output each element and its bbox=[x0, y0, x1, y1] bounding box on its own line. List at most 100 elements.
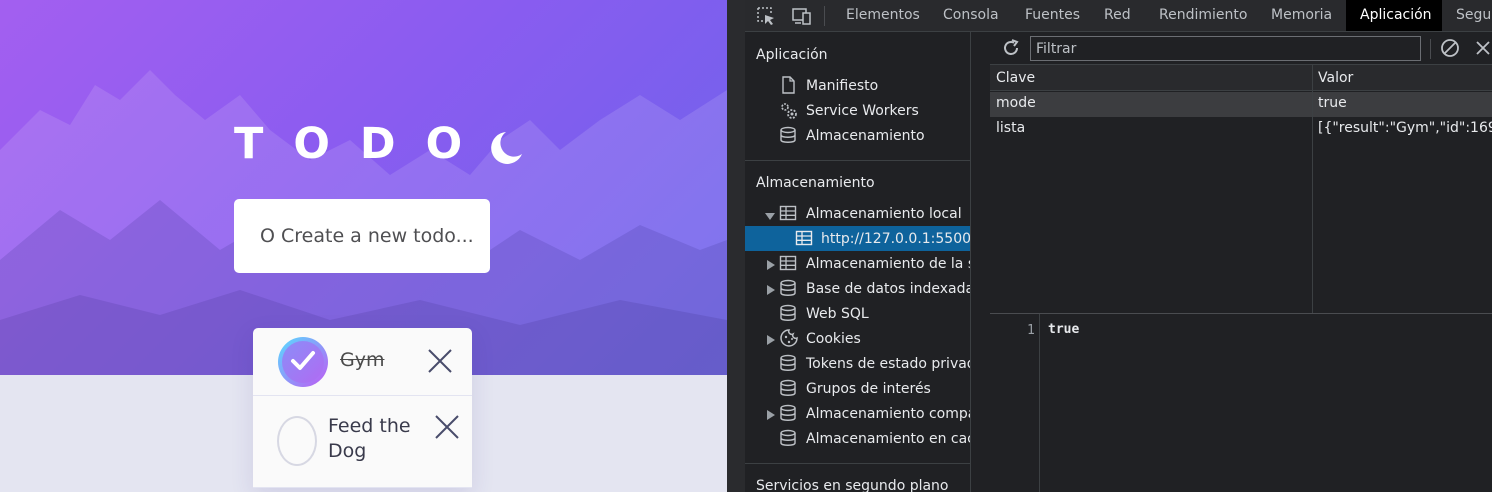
database-icon bbox=[779, 379, 797, 397]
chevron-right-icon[interactable] bbox=[766, 258, 776, 270]
delete-selected-icon[interactable] bbox=[1474, 39, 1492, 57]
filter-input[interactable] bbox=[1030, 36, 1421, 61]
table-icon bbox=[779, 204, 797, 222]
row-value: true bbox=[1318, 95, 1347, 111]
gears-icon bbox=[778, 101, 797, 119]
sidebar-item-label: Almacenamiento de la se bbox=[806, 255, 971, 272]
document-icon bbox=[779, 76, 797, 94]
chevron-right-icon[interactable] bbox=[766, 333, 776, 345]
devtools-tabbar: Elementos Consola Fuentes Red Rendimient… bbox=[745, 0, 1492, 32]
inspect-element-icon[interactable] bbox=[755, 5, 777, 27]
sidebar-item-manifest[interactable]: Manifiesto bbox=[745, 73, 970, 98]
chevron-right-icon[interactable] bbox=[766, 283, 776, 295]
mountains-image bbox=[0, 70, 727, 375]
todo-app: TODO Gym Feed the Dog bbox=[0, 0, 727, 492]
chevron-down-icon[interactable] bbox=[765, 209, 775, 220]
tab-memory[interactable]: Memoria bbox=[1257, 0, 1346, 31]
sidebar-item-label: Cookies bbox=[806, 330, 861, 347]
sidebar-scrollbar[interactable] bbox=[971, 32, 990, 492]
new-todo-field[interactable] bbox=[234, 199, 490, 273]
new-todo-input[interactable] bbox=[260, 225, 480, 247]
sidebar-item-label: Manifiesto bbox=[806, 77, 879, 94]
sidebar-item-label: Almacenamiento bbox=[806, 127, 925, 144]
sidebar-item-label: Base de datos indexada bbox=[806, 280, 971, 297]
application-sidebar: Aplicación Manifiesto Service Workers Al… bbox=[745, 32, 971, 492]
sidebar-item-label: Grupos de interés bbox=[806, 380, 931, 397]
tab-network[interactable]: Red bbox=[1090, 0, 1145, 31]
row-key: mode bbox=[996, 95, 1036, 111]
devtools-panel: Elementos Consola Fuentes Red Rendimient… bbox=[745, 0, 1492, 492]
sidebar-item-shared-storage[interactable]: Almacenamiento compar bbox=[745, 401, 971, 426]
sidebar-item-web-sql[interactable]: Web SQL bbox=[745, 301, 970, 326]
hero-background bbox=[0, 0, 727, 375]
column-divider[interactable] bbox=[1312, 65, 1313, 313]
tab-performance[interactable]: Rendimiento bbox=[1145, 0, 1261, 31]
todo-list: Gym Feed the Dog bbox=[253, 328, 472, 488]
sidebar-item-label: Almacenamiento local bbox=[806, 205, 962, 222]
sidebar-item-indexeddb[interactable]: Base de datos indexada bbox=[745, 276, 971, 301]
table-icon bbox=[779, 254, 797, 272]
checkbox[interactable] bbox=[277, 416, 317, 466]
chevron-right-icon[interactable] bbox=[766, 408, 776, 420]
value-preview: true bbox=[1048, 322, 1080, 337]
sidebar-item-storage[interactable]: Almacenamiento bbox=[745, 123, 970, 148]
tab-elements[interactable]: Elementos bbox=[832, 0, 934, 31]
sidebar-item-local-storage[interactable]: Almacenamiento local bbox=[745, 201, 970, 226]
tab-console[interactable]: Consola bbox=[929, 0, 1013, 31]
storage-pane: Clave Valor mode true lista [{"result":"… bbox=[990, 32, 1492, 492]
database-icon bbox=[779, 429, 797, 447]
sidebar-item-local-origin[interactable]: http://127.0.0.1:5500/ bbox=[745, 226, 971, 251]
sidebar-item-label: Almacenamiento en cach bbox=[806, 430, 971, 447]
line-number-gutter: 1 bbox=[990, 314, 1040, 492]
sidebar-item-label: http://127.0.0.1:5500/ bbox=[821, 230, 971, 247]
table-icon bbox=[795, 229, 813, 247]
tab-sources[interactable]: Fuentes bbox=[1011, 0, 1094, 31]
sidebar-item-cache-storage[interactable]: Almacenamiento en cach bbox=[745, 426, 971, 451]
close-icon[interactable] bbox=[434, 414, 460, 440]
todo-item[interactable]: Feed the Dog bbox=[253, 396, 472, 488]
toolbar-separator bbox=[1430, 39, 1431, 59]
sidebar-item-interest-groups[interactable]: Grupos de interés bbox=[745, 376, 970, 401]
device-toggle-icon[interactable] bbox=[790, 5, 812, 27]
section-title-application: Aplicación bbox=[756, 47, 828, 63]
column-header-value[interactable]: Valor bbox=[1312, 65, 1353, 91]
todo-text: Feed the Dog bbox=[328, 415, 411, 462]
tab-security[interactable]: Segur bbox=[1442, 0, 1492, 31]
sidebar-item-label: Tokens de estado privado bbox=[806, 355, 971, 372]
sidebar-item-service-workers[interactable]: Service Workers bbox=[745, 98, 970, 123]
moon-icon[interactable] bbox=[484, 128, 524, 168]
section-title-storage: Almacenamiento bbox=[756, 175, 875, 191]
sidebar-item-label: Web SQL bbox=[806, 305, 869, 322]
todo-text: Gym bbox=[340, 349, 385, 371]
panel-divider[interactable] bbox=[727, 0, 745, 492]
sidebar-item-session-storage[interactable]: Almacenamiento de la se bbox=[745, 251, 971, 276]
refresh-icon[interactable] bbox=[1001, 38, 1021, 58]
sidebar-item-label: Service Workers bbox=[806, 102, 919, 119]
preview-splitter[interactable] bbox=[990, 313, 1492, 314]
close-icon[interactable] bbox=[427, 348, 453, 374]
database-icon bbox=[779, 354, 797, 372]
database-icon bbox=[779, 304, 797, 322]
clear-all-icon[interactable] bbox=[1440, 38, 1460, 58]
table-row[interactable]: mode true bbox=[990, 92, 1492, 117]
table-header: Clave Valor bbox=[990, 65, 1492, 91]
tab-application[interactable]: Aplicación bbox=[1346, 0, 1442, 31]
row-key: lista bbox=[996, 120, 1026, 136]
row-value: [{"result":"Gym","id":16917 bbox=[1318, 120, 1492, 136]
completed-checkbox[interactable] bbox=[278, 337, 328, 387]
sidebar-item-private-state-tokens[interactable]: Tokens de estado privado bbox=[745, 351, 971, 376]
column-header-key[interactable]: Clave bbox=[990, 65, 1035, 91]
divider bbox=[745, 463, 970, 464]
todo-item[interactable]: Gym bbox=[253, 328, 472, 396]
database-icon bbox=[779, 126, 797, 144]
check-icon bbox=[291, 351, 315, 370]
storage-toolbar bbox=[990, 32, 1492, 65]
sidebar-item-label: Almacenamiento compar bbox=[806, 405, 971, 422]
database-icon bbox=[779, 404, 797, 422]
app-title: TODO bbox=[234, 119, 493, 169]
table-row[interactable]: lista [{"result":"Gym","id":16917 bbox=[990, 117, 1492, 142]
divider bbox=[745, 160, 970, 161]
cookie-icon bbox=[779, 328, 798, 347]
database-icon bbox=[779, 279, 797, 297]
sidebar-item-cookies[interactable]: Cookies bbox=[745, 326, 970, 351]
